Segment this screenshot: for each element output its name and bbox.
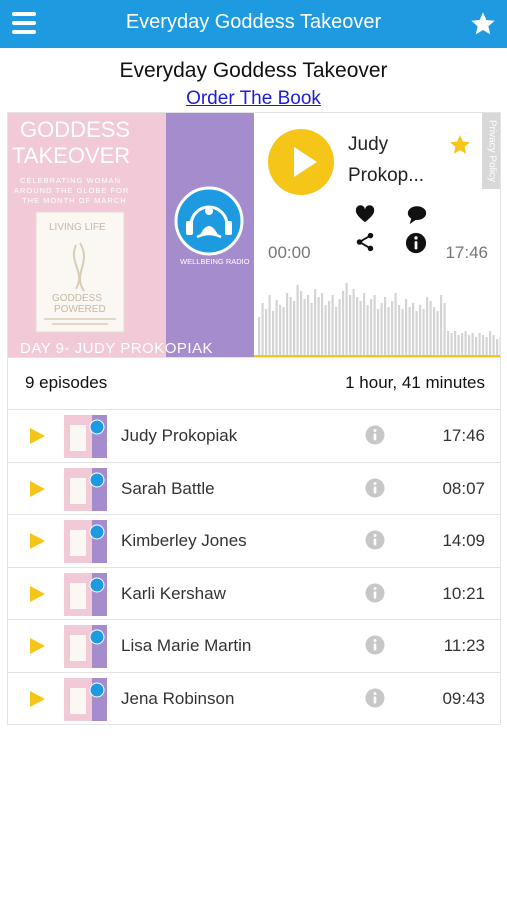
comment-icon[interactable] — [406, 204, 428, 226]
cover-tagline-2: AROUND THE GLOBE FOR — [14, 186, 129, 195]
episode-name: Jena Robinson — [121, 688, 235, 708]
star-icon[interactable] — [469, 10, 497, 38]
info-icon[interactable] — [365, 635, 385, 655]
episode-name: Judy Prokopiak — [121, 426, 238, 445]
info-icon[interactable] — [365, 425, 385, 445]
info-icon[interactable] — [365, 688, 385, 708]
episode-thumbnail — [64, 625, 107, 668]
cover-book-line-1: LIVING LIFE — [49, 222, 106, 233]
cover-headline-1: GODDESS — [20, 117, 130, 142]
play-button[interactable] — [267, 128, 335, 196]
episode-duration: 17:46 — [442, 426, 485, 445]
play-icon[interactable] — [28, 690, 46, 708]
episode-name: Kimberley Jones — [121, 531, 247, 550]
play-icon[interactable] — [28, 637, 46, 655]
info-icon[interactable] — [405, 232, 427, 254]
total-duration-summary: 1 hour, 41 minutes — [345, 373, 485, 392]
episode-duration: 14:09 — [442, 531, 485, 550]
info-icon[interactable] — [365, 583, 385, 603]
cover-book-line-3: POWERED — [54, 304, 106, 315]
episode-duration: 09:43 — [442, 688, 485, 708]
episode-list: Judy Prokopiak 17:46 Sarah Battle 08:07 … — [7, 409, 501, 725]
episode-row[interactable]: Karli Kershaw 10:21 — [8, 568, 500, 620]
app-bar: Everyday Goddess Takeover — [0, 0, 507, 48]
episode-title-line-1: Judy — [348, 134, 389, 155]
episode-title: Judy Prokop... — [348, 129, 448, 191]
episode-thumbnail — [64, 415, 107, 458]
episode-row[interactable]: Judy Prokopiak 17:46 — [8, 410, 500, 463]
episode-name: Karli Kershaw — [121, 583, 226, 603]
share-icon[interactable] — [354, 231, 376, 253]
episode-thumbnail — [64, 467, 107, 511]
star-icon[interactable] — [448, 133, 472, 157]
episode-name: Lisa Marie Martin — [121, 636, 252, 655]
cover-book-line-2: GODDESS — [52, 293, 102, 304]
cover-station: WELLBEING RADIO — [180, 257, 250, 266]
player-controls: Judy Prokop... Privacy Policy 00:00 17:4… — [254, 113, 501, 358]
cover-tagline-3: THE MONTH OF MARCH — [22, 196, 127, 205]
cover-footer: DAY 9- JUDY PROKOPIAK — [20, 340, 213, 357]
waveform-seek-bar[interactable] — [254, 275, 501, 358]
privacy-policy-label: Privacy Policy — [486, 119, 498, 183]
episode-row[interactable]: Kimberley Jones 14:09 — [8, 515, 500, 568]
wellbeing-radio-logo — [174, 186, 244, 256]
cover-headline-2: TAKEOVER — [12, 143, 130, 168]
order-book-link[interactable]: Order The Book — [0, 88, 507, 110]
current-time: 00:00 — [268, 243, 311, 262]
episode-cover-art: GODDESS TAKEOVER CELEBRATING WOMAN AROUN… — [8, 113, 254, 357]
play-icon[interactable] — [28, 532, 46, 550]
episode-name: Sarah Battle — [121, 478, 215, 498]
episode-row[interactable]: Sarah Battle 08:07 — [8, 463, 500, 515]
privacy-policy-tab[interactable]: Privacy Policy — [482, 113, 500, 189]
episode-summary: 9 episodes 1 hour, 41 minutes — [7, 358, 501, 410]
info-icon[interactable] — [365, 478, 385, 498]
info-icon[interactable] — [365, 530, 385, 550]
episode-duration: 11:23 — [443, 636, 485, 655]
episode-duration: 08:07 — [442, 478, 485, 498]
episode-row[interactable]: Jena Robinson 09:43 — [8, 673, 500, 725]
podcast-player: GODDESS TAKEOVER CELEBRATING WOMAN AROUN… — [7, 112, 501, 358]
episode-row[interactable]: Lisa Marie Martin 11:23 — [8, 620, 500, 673]
episode-thumbnail — [64, 572, 107, 616]
play-icon[interactable] — [28, 585, 46, 603]
page-title: Everyday Goddess Takeover — [119, 59, 388, 82]
total-duration: 17:46 — [445, 243, 488, 262]
play-icon[interactable] — [28, 480, 46, 498]
play-icon[interactable] — [28, 427, 46, 445]
heart-icon[interactable] — [354, 203, 376, 225]
episode-title-line-2: Prokop... — [348, 165, 425, 186]
episode-thumbnail — [64, 677, 107, 721]
app-bar-title: Everyday Goddess Takeover — [125, 11, 382, 33]
cover-tagline-1: CELEBRATING WOMAN — [20, 176, 121, 185]
episode-count: 9 episodes — [25, 373, 108, 392]
episode-duration: 10:21 — [442, 583, 485, 603]
episode-thumbnail — [64, 520, 107, 563]
